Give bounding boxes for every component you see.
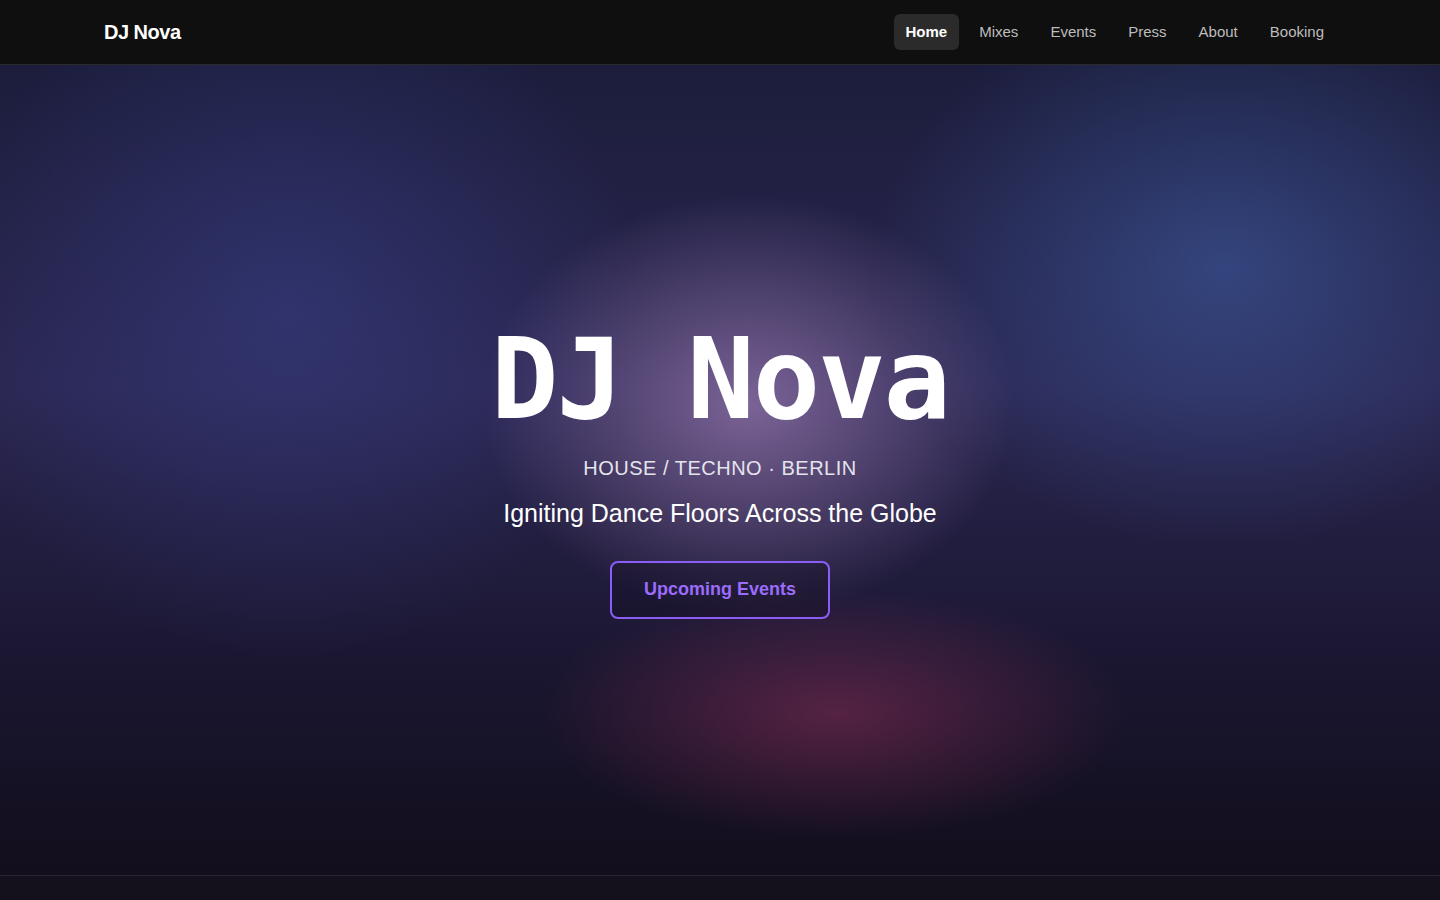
nav-link[interactable]: About bbox=[1187, 14, 1250, 50]
nav-link[interactable]: Home bbox=[894, 14, 960, 50]
nav-link[interactable]: Events bbox=[1038, 14, 1108, 50]
upcoming-events-button[interactable]: Upcoming Events bbox=[610, 561, 830, 619]
hero-section: DJ Nova HOUSE / TECHNO · BERLIN Igniting D… bbox=[0, 65, 1440, 875]
nav-link[interactable]: Press bbox=[1116, 14, 1178, 50]
brand-logo[interactable]: DJ Nova bbox=[104, 17, 181, 47]
hero-subtitle: HOUSE / TECHNO · BERLIN bbox=[583, 453, 856, 483]
hero-tagline: Igniting Dance Floors Across the Globe bbox=[503, 495, 937, 533]
top-navbar: DJ Nova HomeMixesEventsPressAboutBooking bbox=[0, 0, 1440, 65]
nav-links: HomeMixesEventsPressAboutBooking bbox=[894, 14, 1336, 50]
next-section-strip bbox=[0, 875, 1440, 900]
nav-link[interactable]: Mixes bbox=[967, 14, 1030, 50]
nav-link[interactable]: Booking bbox=[1258, 14, 1336, 50]
hero-title: DJ Nova bbox=[491, 321, 949, 439]
